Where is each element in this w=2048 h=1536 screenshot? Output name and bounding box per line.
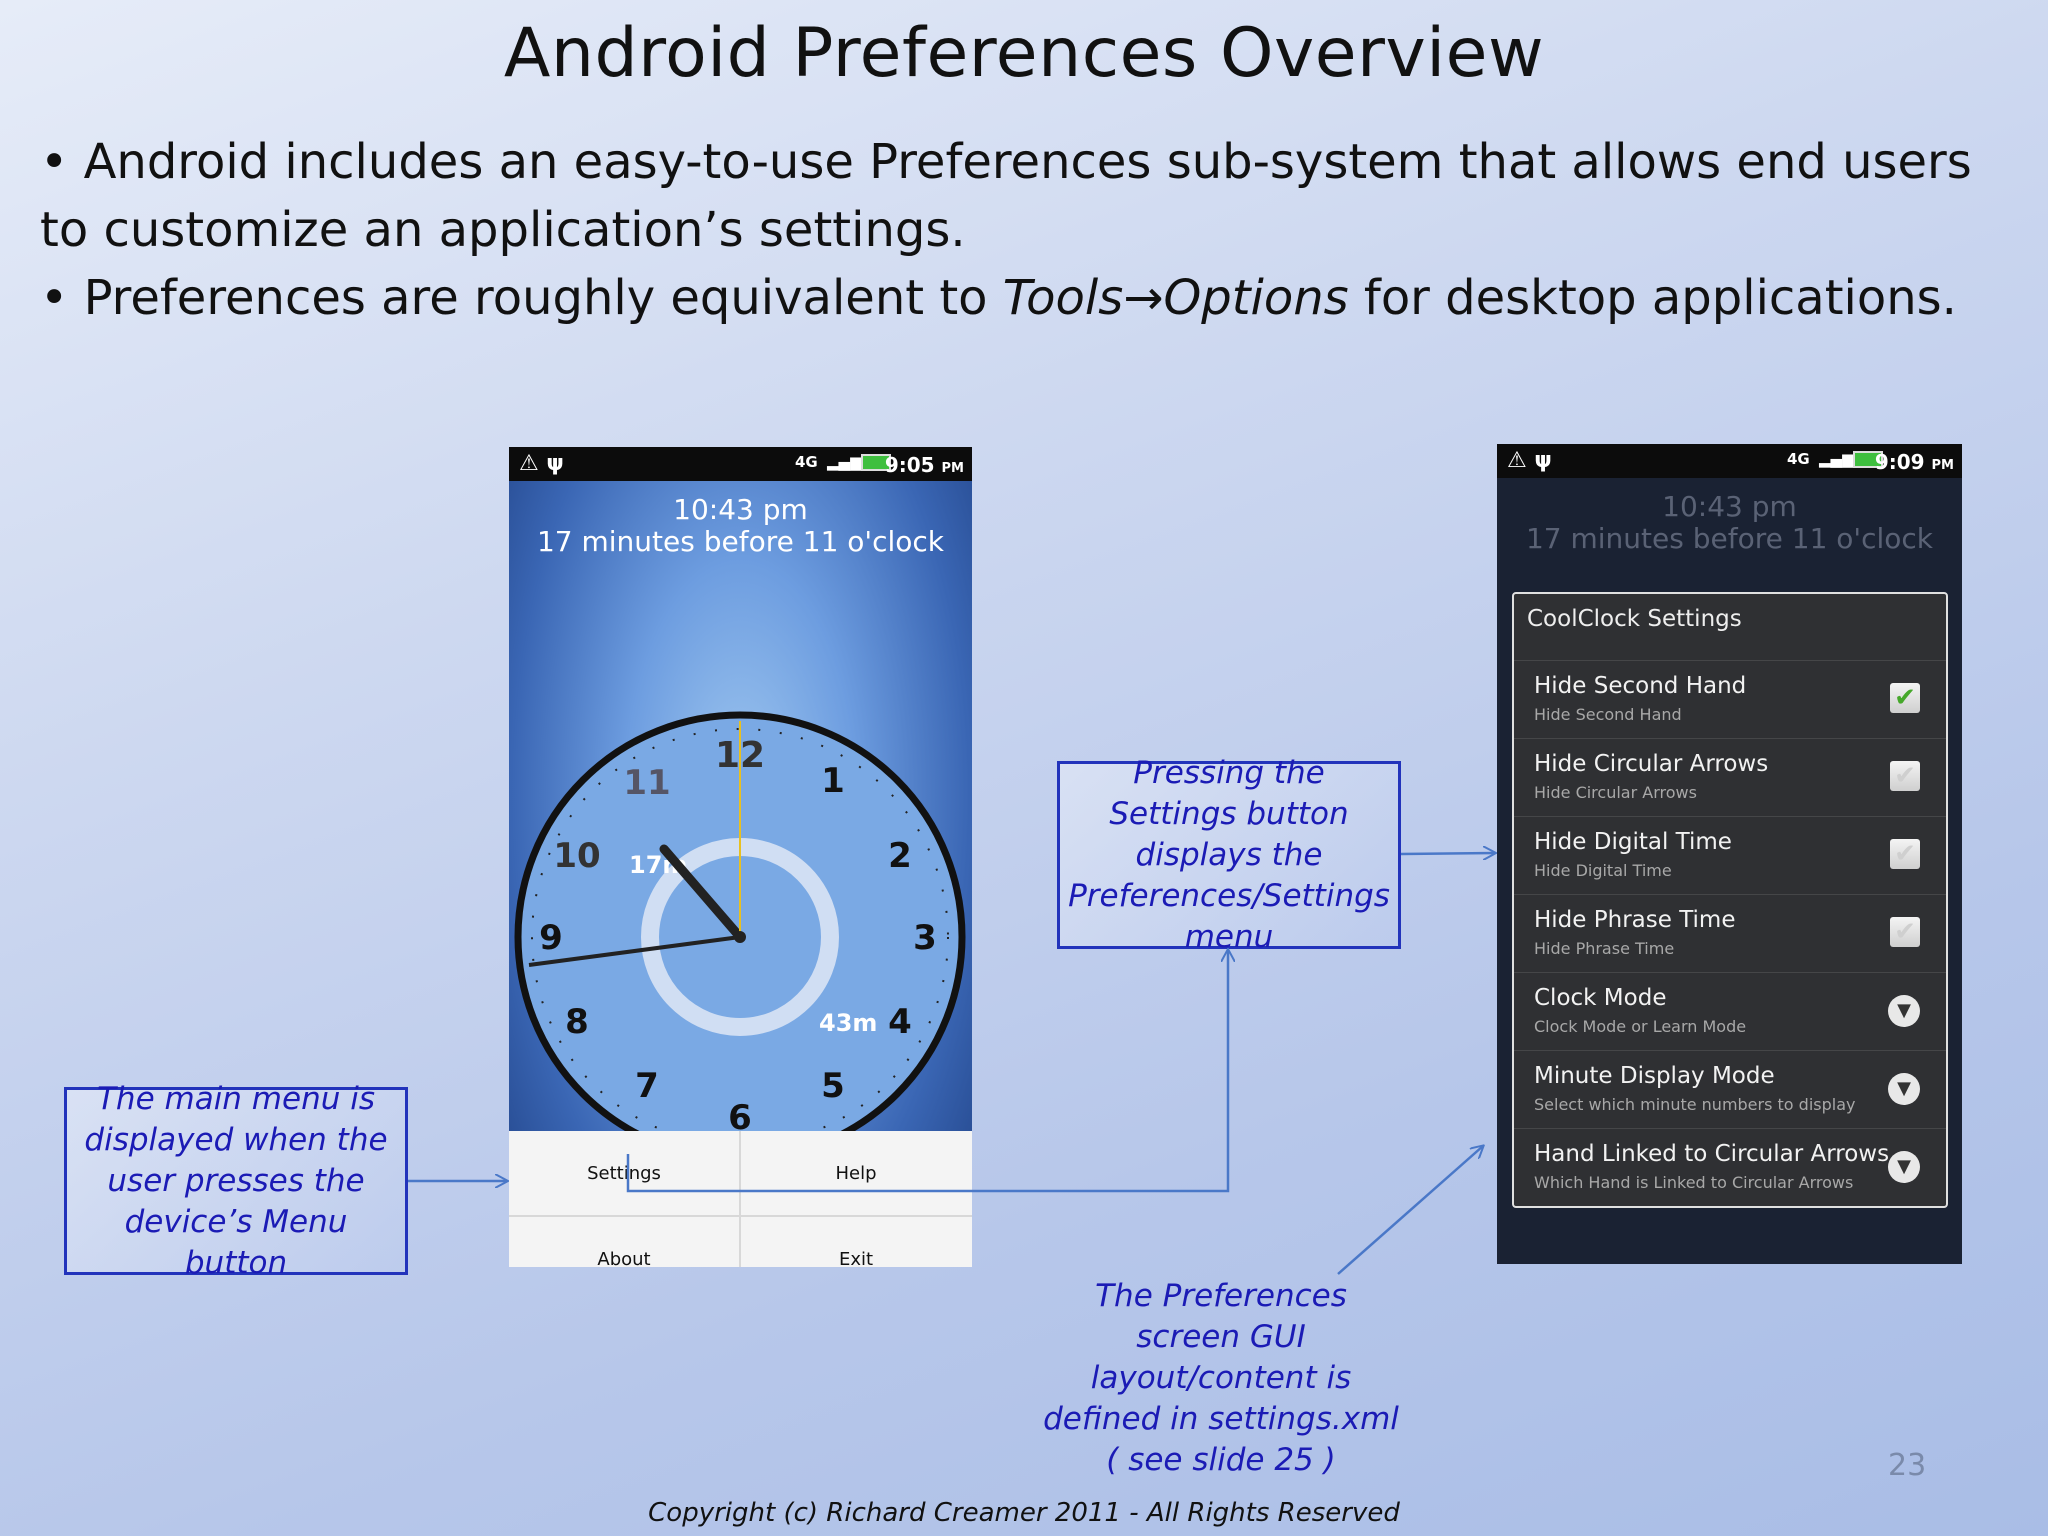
phone-screenshot-main-menu: ⚠ ψ 4G ▂▄▆ 9:05 PM 10:43 pm 17 minutes b… xyxy=(509,447,972,1267)
menu-item-about[interactable]: About xyxy=(509,1217,739,1268)
signal-icon: ▂▄▆ xyxy=(1819,450,1854,468)
dropdown-arrow-icon[interactable]: ▼ xyxy=(1888,1073,1920,1105)
bullet-list: • Android includes an easy-to-use Prefer… xyxy=(40,128,2020,332)
analog-clock: 12 1 2 3 4 5 6 7 8 9 10 11 17m 43m xyxy=(514,711,966,1131)
menu-item-exit[interactable]: Exit xyxy=(741,1217,971,1268)
options-menu: Settings Help About Exit xyxy=(509,1131,972,1267)
dropdown-arrow-icon[interactable]: ▼ xyxy=(1888,1151,1920,1183)
notification-icons: ⚠ ψ xyxy=(1507,448,1552,473)
hour-8: 8 xyxy=(565,1002,589,1042)
hour-10: 10 xyxy=(553,836,600,876)
pref-title: Hand Linked to Circular Arrows xyxy=(1534,1141,1890,1167)
arrow-to-prefs-list xyxy=(1337,1146,1483,1275)
clock-screen: 10:43 pm 17 minutes before 11 o'clock 1 2… xyxy=(509,481,972,1267)
hour-9: 9 xyxy=(539,918,563,958)
slide-title: Android Preferences Overview xyxy=(503,14,1545,93)
copyright-footer: Copyright (c) Richard Creamer 2011 - All… xyxy=(648,1498,1400,1528)
hour-1: 1 xyxy=(821,761,845,801)
dialog-title: CoolClock Settings xyxy=(1527,606,1742,632)
hour-11: 11 xyxy=(623,763,670,803)
status-time: 9:05 PM xyxy=(884,453,964,477)
callout-main-menu: The main menu is displayed when the user… xyxy=(64,1081,408,1281)
settings-screen: 10:43 pm 17 minutes before 11 o'clock Co… xyxy=(1497,478,1962,1264)
pref-minute-display-mode[interactable]: Minute Display Mode Select which minute … xyxy=(1514,1050,1946,1129)
pref-title: Clock Mode xyxy=(1534,985,1667,1011)
pref-title: Hide Second Hand xyxy=(1534,673,1747,699)
hour-2: 2 xyxy=(888,836,912,876)
pref-hide-digital-time[interactable]: Hide Digital Time Hide Digital Time ✔ xyxy=(1514,816,1946,895)
hour-4: 4 xyxy=(888,1002,912,1042)
pref-title: Hide Phrase Time xyxy=(1534,907,1736,933)
pref-title: Minute Display Mode xyxy=(1534,1063,1775,1089)
settings-dialog: CoolClock Settings Hide Second Hand Hide… xyxy=(1512,592,1948,1208)
notification-icons: ⚠ ψ xyxy=(519,451,564,476)
dropdown-arrow-icon[interactable]: ▼ xyxy=(1888,995,1920,1027)
callout-settings: Pressing the Settings button displays th… xyxy=(1057,755,1401,955)
pref-summary: Hide Circular Arrows xyxy=(1534,783,1697,802)
checkbox-icon[interactable]: ✔ xyxy=(1890,839,1920,869)
pref-hide-second-hand[interactable]: Hide Second Hand Hide Second Hand ✔ xyxy=(1514,660,1946,739)
checkbox-icon[interactable]: ✔ xyxy=(1890,917,1920,947)
pref-hand-linked[interactable]: Hand Linked to Circular Arrows Which Han… xyxy=(1514,1128,1946,1207)
bullet-2: • Preferences are roughly equivalent to … xyxy=(40,270,1957,326)
pref-hide-circular-arrows[interactable]: Hide Circular Arrows Hide Circular Arrow… xyxy=(1514,738,1946,817)
signal-icon: ▂▄▆ xyxy=(827,453,862,471)
hour-7: 7 xyxy=(635,1066,659,1106)
menu-item-help[interactable]: Help xyxy=(741,1131,971,1215)
phrase-time: 17 minutes before 11 o'clock xyxy=(1525,522,1934,555)
pref-summary: Hide Phrase Time xyxy=(1534,939,1675,958)
menu-item-settings[interactable]: Settings xyxy=(509,1131,739,1215)
callout-preferences-screen: The Preferences screen GUI layout/conten… xyxy=(1043,1278,1399,1478)
pref-summary: Hide Digital Time xyxy=(1534,861,1672,880)
digital-time: 10:43 pm xyxy=(673,493,808,526)
page-number: 23 xyxy=(1888,1448,1927,1483)
hour-3: 3 xyxy=(913,918,937,958)
phrase-time: 17 minutes before 11 o'clock xyxy=(536,525,945,558)
checkbox-icon[interactable]: ✔ xyxy=(1890,761,1920,791)
pref-hide-phrase-time[interactable]: Hide Phrase Time Hide Phrase Time ✔ xyxy=(1514,894,1946,973)
pref-clock-mode[interactable]: Clock Mode Clock Mode or Learn Mode ▼ xyxy=(1514,972,1946,1051)
status-time: 9:09 PM xyxy=(1874,450,1954,474)
hour-6: 6 xyxy=(728,1098,752,1131)
minutes-after-label: 43m xyxy=(819,1009,877,1037)
pref-title: Hide Circular Arrows xyxy=(1534,751,1769,777)
network-icon: 4G xyxy=(795,453,818,471)
arrow-callout-to-settings-screen xyxy=(1400,853,1495,854)
status-bar: ⚠ ψ 4G ▂▄▆ 9:05 PM xyxy=(509,447,972,481)
pref-summary: Select which minute numbers to display xyxy=(1534,1095,1856,1114)
network-icon: 4G xyxy=(1787,450,1810,468)
digital-time: 10:43 pm xyxy=(1662,490,1797,523)
checkbox-checked-icon[interactable]: ✔ xyxy=(1890,683,1920,713)
pref-summary: Which Hand is Linked to Circular Arrows xyxy=(1534,1173,1854,1192)
pref-title: Hide Digital Time xyxy=(1534,829,1732,855)
status-bar: ⚠ ψ 4G ▂▄▆ 9:09 PM xyxy=(1497,444,1962,478)
bullet-1: • Android includes an easy-to-use Prefer… xyxy=(40,134,1972,258)
pref-summary: Hide Second Hand xyxy=(1534,705,1682,724)
phone-screenshot-settings: ⚠ ψ 4G ▂▄▆ 9:09 PM 10:43 pm 17 minutes b… xyxy=(1497,444,1962,1264)
pref-summary: Clock Mode or Learn Mode xyxy=(1534,1017,1747,1036)
hour-5: 5 xyxy=(821,1066,845,1106)
